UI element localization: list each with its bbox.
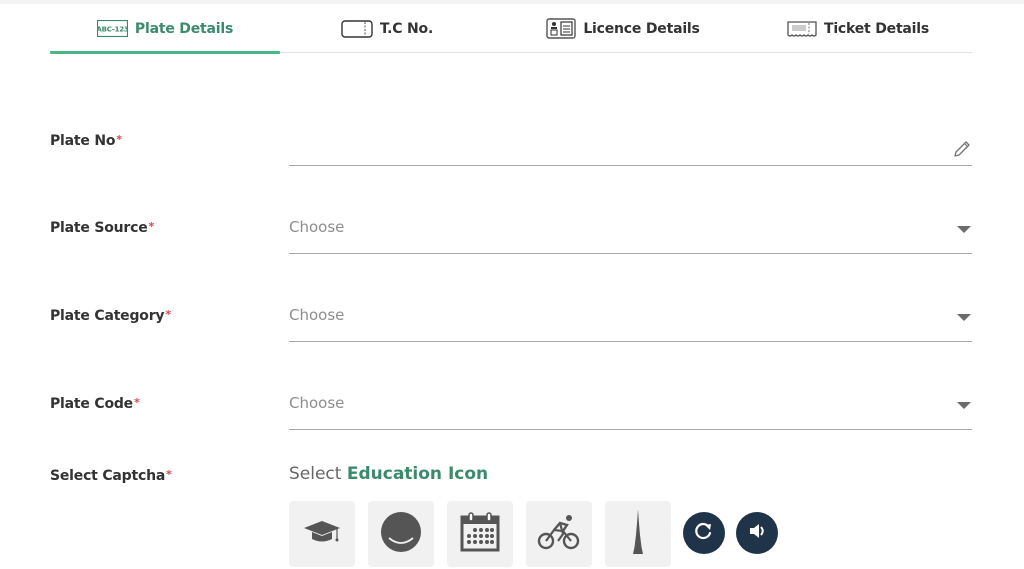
label-text: Plate Category [50,308,165,324]
captcha-option-smiley[interactable] [368,501,434,567]
ticket-card-icon [341,19,373,38]
captcha-label: Select Captcha* [50,468,172,484]
tower-icon [628,509,648,559]
tab-tc-no[interactable]: T.C No. [332,4,442,53]
plate-source-select[interactable]: Choose [289,218,972,254]
plate-no-input[interactable] [289,136,972,166]
tab-label: Ticket Details [823,20,930,37]
plate-category-placeholder: Choose [289,306,345,324]
plate-code-placeholder: Choose [289,394,345,412]
plate-source-placeholder: Choose [289,218,345,236]
chevron-down-icon[interactable] [957,402,971,409]
label-text: Plate Source [50,220,148,236]
plate-code-label: Plate Code* [50,396,140,412]
captcha-audio-button[interactable] [736,512,778,554]
svg-text:ABC-123: ABC-123 [97,26,128,34]
tab-plate-details[interactable]: ABC-123 Plate Details [50,4,280,54]
captcha-prompt-keyword: Education Icon [346,464,489,484]
plate-source-label: Plate Source* [50,220,154,236]
plate-no-text-input[interactable] [289,136,929,164]
tab-ticket-details[interactable]: Ticket Details [778,4,938,53]
required-mark: * [133,396,140,409]
tab-licence-details[interactable]: Licence Details [538,4,708,53]
required-mark: * [166,468,172,481]
calendar-icon [459,511,501,557]
plate-no-label: Plate No* [50,133,122,149]
captcha-option-calendar[interactable] [447,501,513,567]
smiley-icon [380,511,422,557]
tab-label: T.C No. [379,20,434,37]
required-mark: * [116,133,122,146]
tab-label: Plate Details [134,20,234,37]
chevron-down-icon[interactable] [957,226,971,233]
tab-bar: ABC-123 Plate Details T.C No. Licence De… [50,4,972,54]
captcha-refresh-button[interactable] [683,512,725,554]
plate-category-select[interactable]: Choose [289,306,972,342]
captcha-prompt: Select Education Icon [289,464,488,484]
label-text: Plate No [50,133,116,149]
id-card-icon [546,18,577,39]
label-text: Plate Code [50,396,133,412]
captcha-option-tower[interactable] [605,501,671,567]
required-mark: * [148,220,155,233]
cyclist-icon [537,512,581,556]
tab-label: Licence Details [583,20,700,37]
plate-number-icon: ABC-123 [96,20,128,37]
captcha-prompt-prefix: Select [289,464,342,484]
graduation-cap-icon [302,517,342,551]
refresh-icon [694,521,714,545]
captcha-option-graduation-cap[interactable] [289,501,355,567]
captcha-option-cyclist[interactable] [526,501,592,567]
receipt-icon [787,20,817,38]
plate-code-select[interactable]: Choose [289,394,972,430]
label-text: Select Captcha [50,468,166,484]
required-mark: * [165,308,171,321]
speaker-icon [747,521,767,545]
pencil-icon[interactable] [952,139,972,163]
plate-category-label: Plate Category* [50,308,171,324]
chevron-down-icon[interactable] [957,314,971,321]
